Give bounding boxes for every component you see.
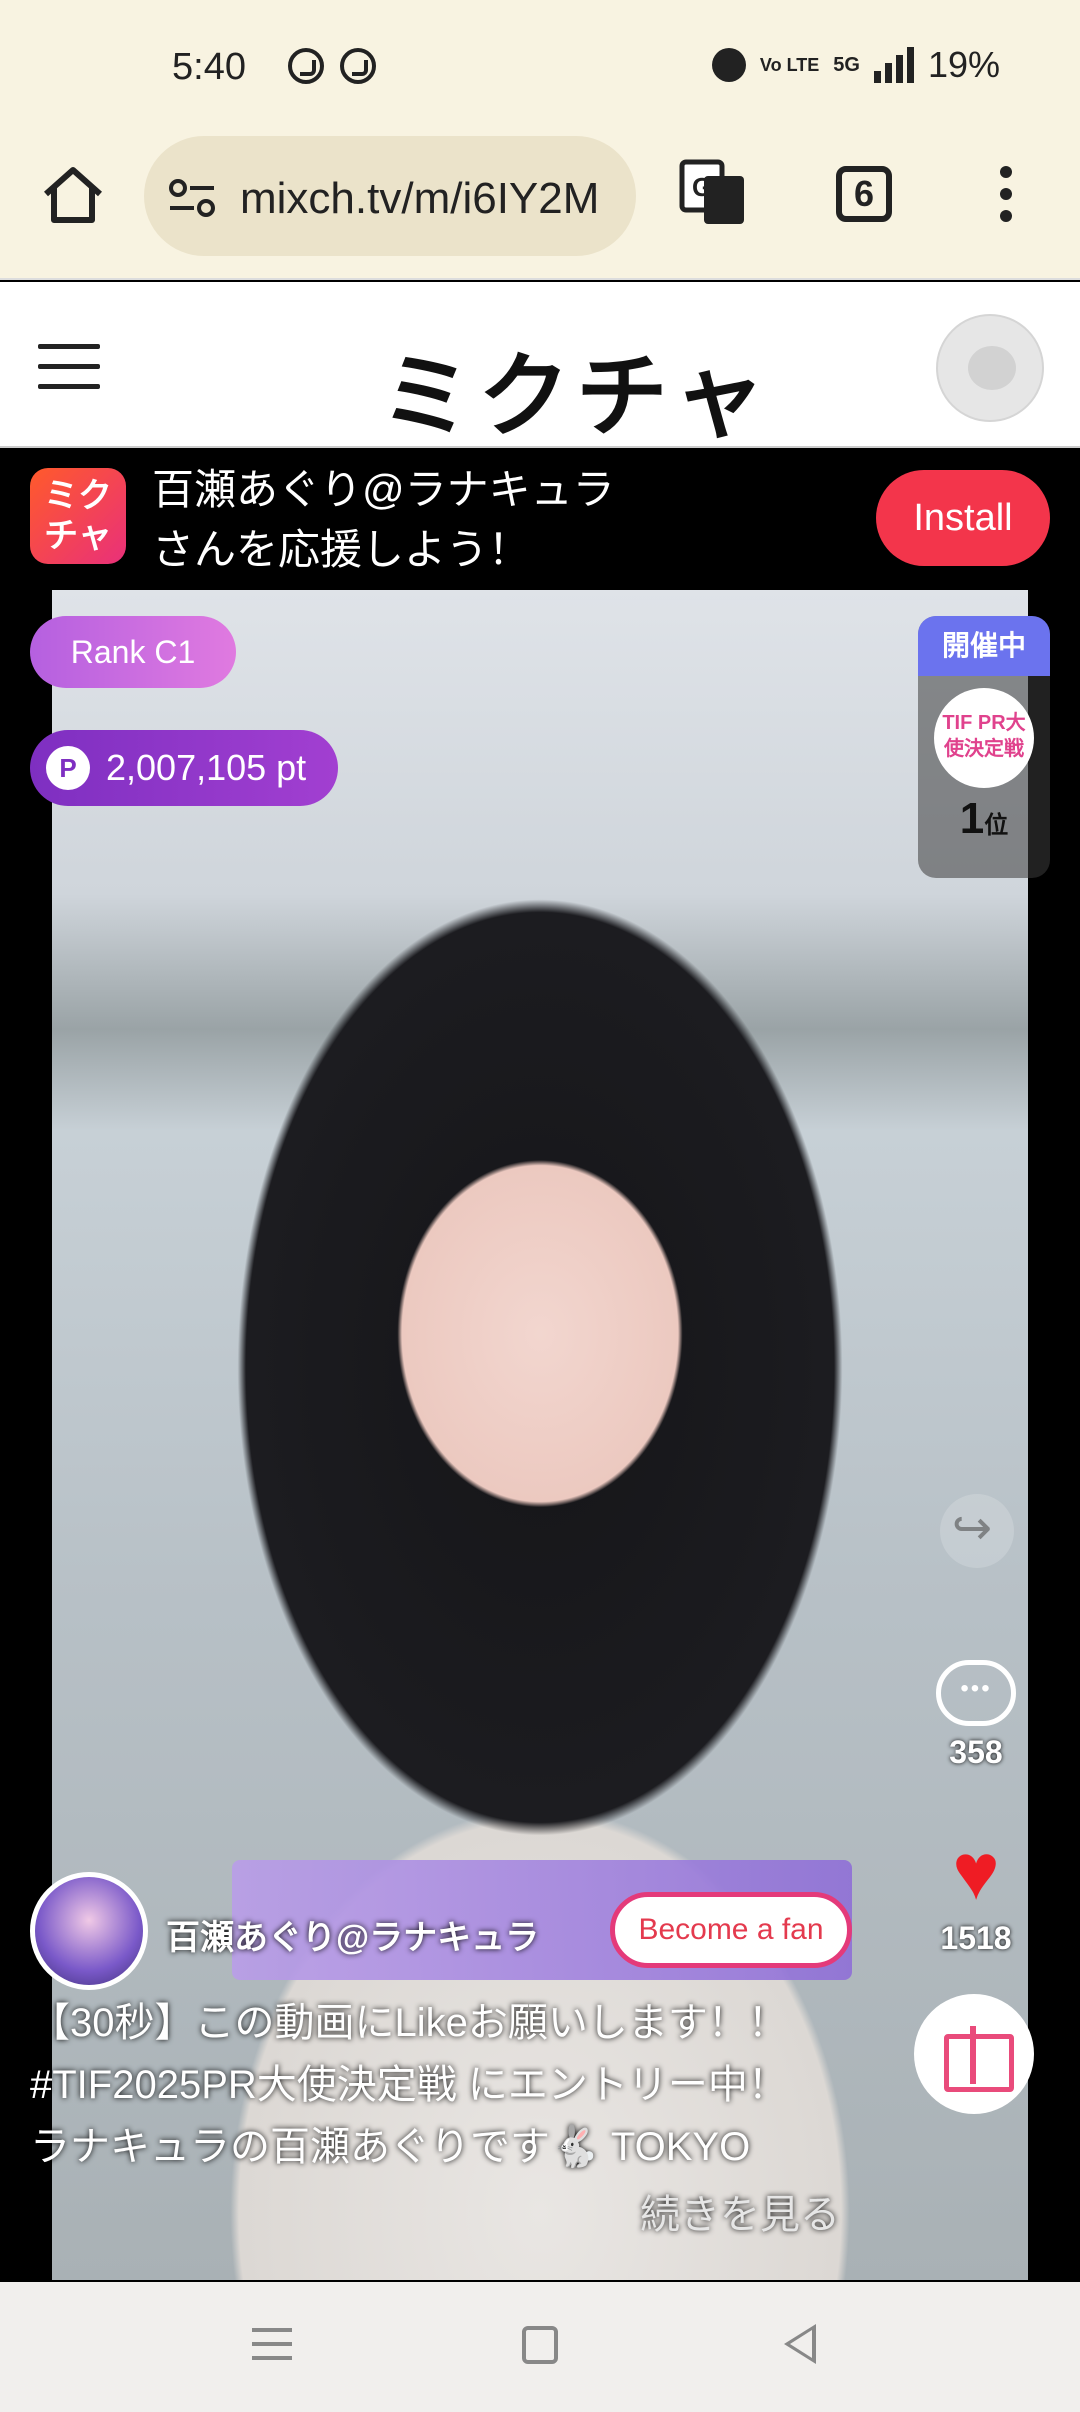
hamburger-menu-icon[interactable] [38,344,100,390]
status-bar: 5:40 Vo LTE 5G 19% [0,0,1080,130]
back-icon[interactable] [784,2324,816,2364]
like-button[interactable]: ♥ 1518 [930,1827,1022,1957]
recents-icon[interactable] [252,2328,292,2364]
rank-badge[interactable]: Rank C1 [30,616,236,688]
app-icon: ミクチャ [30,468,126,564]
event-rank-number: 1 [959,794,985,843]
home-icon[interactable] [40,162,106,228]
comment-button[interactable]: 358 [932,1660,1020,1770]
svg-text:G: G [692,172,712,202]
url-text[interactable]: mixch.tv/m/i6IY2M [240,174,610,224]
caption-line[interactable]: #TIF2025PR大使決定戦 にエントリー中！ [30,2054,880,2116]
site-header: ミクチャ [0,282,1080,448]
heart-icon: ♥ [952,1827,1000,1916]
battery-level: 19% [927,44,1000,85]
network-type: 5G [833,53,860,76]
whatsapp-icon [288,48,324,84]
gift-icon[interactable] [914,1994,1034,2114]
user-avatar[interactable] [936,314,1044,422]
caption-line: ラナキュラの百瀬あぐりです🐇 TOKYO [30,2125,751,2169]
points-icon: P [46,746,90,790]
browser-toolbar: mixch.tv/m/i6IY2M G 6 [0,130,1080,280]
like-count: 1518 [940,1920,1012,1956]
creator-avatar[interactable] [30,1872,148,1990]
creator-name[interactable]: 百瀬あぐり@ラナキュラ [166,1910,539,1959]
event-status: 開催中 [918,616,1050,676]
site-settings-icon[interactable] [168,178,216,218]
points-badge[interactable]: P 2,007,105 pt [30,730,339,806]
promo-message: 百瀬あぐり@ラナキュラさんを応援しよう！ [152,466,615,573]
event-logo: TIF PR大使決定戦 [934,688,1034,788]
event-rank: 1位 [918,794,1050,844]
system-navigation-bar [0,2282,1080,2412]
tab-switcher-button[interactable]: 6 [836,166,892,222]
site-logo[interactable]: ミクチャ [380,322,771,455]
caption-line: 【30秒】この動画にLikeお願いします！！ [30,2001,788,2045]
comment-count: 358 [949,1734,1003,1770]
video-caption: 【30秒】この動画にLikeお願いします！！ #TIF2025PR大使決定戦 に… [30,1992,880,2178]
read-more-link[interactable]: 続きを見る [640,2182,840,2240]
whatsapp-icon [340,48,376,84]
share-icon[interactable] [940,1494,1014,1568]
event-rank-suffix: 位 [984,812,1009,839]
address-bar[interactable]: mixch.tv/m/i6IY2M [144,136,636,256]
points-value: 2,007,105 pt [106,747,307,788]
translate-icon[interactable]: G [678,158,748,228]
install-button[interactable]: Install [876,470,1050,566]
more-menu-icon[interactable] [996,166,1016,226]
home-nav-icon[interactable] [522,2326,558,2364]
clock: 5:40 [172,46,246,88]
comment-icon [936,1660,1016,1726]
volte-icon: Vo LTE [759,55,820,75]
become-fan-button[interactable]: Become a fan [610,1892,852,1968]
alarm-icon [711,48,746,82]
signal-icon [873,47,914,83]
app-promo-banner: ミクチャ 百瀬あぐり@ラナキュラさんを応援しよう！ Install [0,450,1080,590]
event-card[interactable]: 開催中 TIF PR大使決定戦 1位 [918,616,1050,878]
